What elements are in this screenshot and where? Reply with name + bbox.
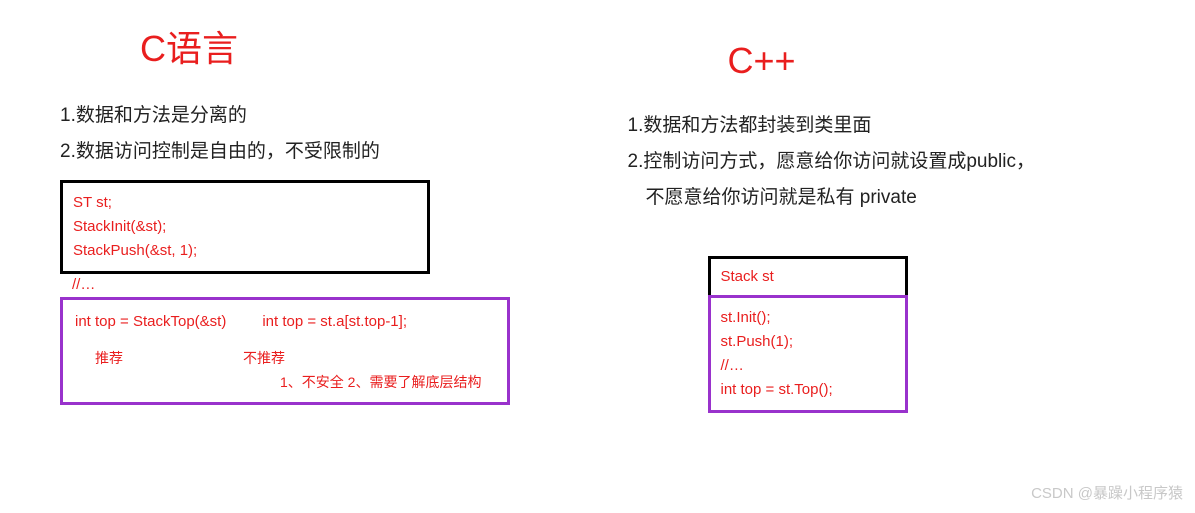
left-purple-code-box: int top = StackTop(&st) int top = st.a[st… — [60, 297, 510, 405]
code-line: st.Push(1); — [721, 330, 895, 354]
code-line: Stack st — [721, 265, 895, 289]
code-line: int top = StackTop(&st) int top = st.a[st… — [75, 310, 495, 334]
watermark: CSDN @暴躁小程序猿 — [1031, 482, 1183, 503]
right-point-2: 2.控制访问方式，愿意给你访问就设置成public， — [628, 144, 1136, 180]
reason-text: 1、不安全 2、需要了解底层结构 — [280, 372, 495, 392]
code-comment: //… — [72, 276, 568, 293]
right-black-code-box: Stack st — [708, 256, 908, 298]
right-column: C++ 1.数据和方法都封装到类里面 2.控制访问方式，愿意给你访问就设置成pu… — [628, 20, 1136, 413]
left-title: C语言 — [140, 20, 568, 72]
right-point-1: 1.数据和方法都封装到类里面 — [628, 108, 1136, 144]
left-black-code-box: ST st; StackInit(&st); StackPush(&st, 1)… — [60, 180, 430, 274]
recommendation-row: 推荐 不推荐 — [75, 348, 495, 368]
code-line: //… — [721, 354, 895, 378]
right-point-2-cont: 不愿意给你访问就是私有 private — [646, 180, 1136, 216]
left-point-1: 1.数据和方法是分离的 — [60, 98, 568, 134]
left-column: C语言 1.数据和方法是分离的 2.数据访问控制是自由的，不受限制的 ST st… — [60, 20, 568, 413]
recommend-label: 推荐 — [95, 348, 123, 368]
code-part: int top = StackTop(&st) — [75, 313, 226, 330]
not-recommend-label: 不推荐 — [243, 348, 285, 368]
code-line: st.Init(); — [721, 306, 895, 330]
code-line: ST st; — [73, 191, 417, 215]
right-purple-code-box: st.Init(); st.Push(1); //… int top = st.… — [708, 295, 908, 413]
code-line: StackInit(&st); — [73, 215, 417, 239]
right-boxes: Stack st st.Init(); st.Push(1); //… int … — [708, 256, 1136, 413]
code-part: int top = st.a[st.top-1]; — [262, 313, 407, 330]
left-point-2: 2.数据访问控制是自由的，不受限制的 — [60, 134, 568, 170]
code-line: int top = st.Top(); — [721, 378, 895, 402]
right-title: C++ — [728, 40, 1136, 82]
code-line: StackPush(&st, 1); — [73, 239, 417, 263]
